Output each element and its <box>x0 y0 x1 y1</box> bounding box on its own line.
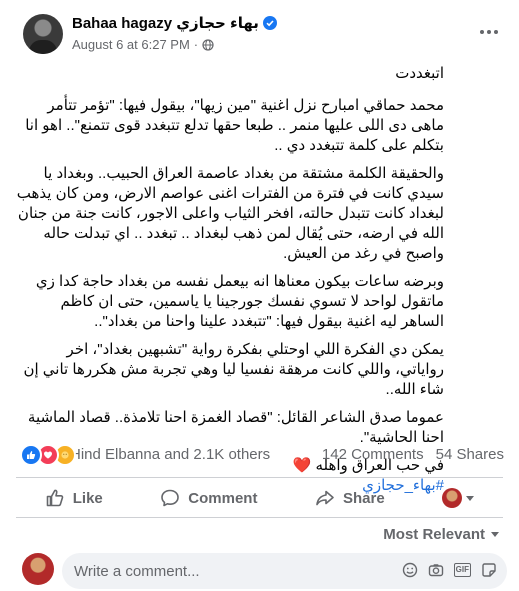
share-button[interactable]: Share <box>315 488 385 508</box>
globe-icon <box>202 38 214 51</box>
post-timestamp[interactable]: August 6 at 6:27 PM <box>72 37 190 52</box>
post-header: Bahaa hagazy بهاء حجازي August 6 at 6:27… <box>0 0 519 62</box>
like-reaction-icon <box>20 444 42 466</box>
comment-label: Comment <box>188 489 258 507</box>
author-row: Bahaa hagazy بهاء حجازي <box>72 14 277 32</box>
post-stats: Hind Elbanna and 2.1K others 142 Comment… <box>20 442 504 466</box>
post-meta: August 6 at 6:27 PM · <box>72 37 214 52</box>
meta-separator: · <box>193 37 199 52</box>
comment-button[interactable]: Comment <box>160 488 257 508</box>
post-paragraph: يمكن دي الفكرة اللي اوحتلي بفكرة رواية "… <box>23 341 444 398</box>
like-label: Like <box>72 489 103 507</box>
chevron-down-icon <box>491 532 499 537</box>
emoji-icon[interactable] <box>402 562 418 578</box>
post-actions: Like Comment Share <box>16 481 503 515</box>
author-name[interactable]: Bahaa hagazy بهاء حجازي <box>72 14 259 32</box>
like-button[interactable]: Like <box>45 488 103 508</box>
composer-icons: GIF <box>402 562 497 578</box>
gif-icon[interactable]: GIF <box>453 563 471 577</box>
thumbs-up-icon <box>46 489 64 507</box>
share-arrow-icon <box>316 490 334 506</box>
comment-composer: Write a comment... GIF <box>22 553 507 589</box>
sticker-icon[interactable] <box>481 562 497 578</box>
share-as-selector[interactable] <box>442 488 475 508</box>
post-paragraph: وبرضه ساعات بيكون معناها انه بيعمل نفسه … <box>35 273 444 330</box>
comment-input[interactable]: Write a comment... GIF <box>62 553 507 589</box>
comments-count[interactable]: 142 Comments <box>322 446 424 463</box>
post-paragraph: والحقيقة الكلمة مشتقة من بغداد عاصمة الع… <box>16 165 444 262</box>
share-as-avatar <box>442 488 463 508</box>
camera-icon[interactable] <box>428 562 444 578</box>
comment-placeholder: Write a comment... <box>74 563 200 580</box>
post-body: اتبغددت محمد حماقي امبارح نزل اغنية "مين… <box>16 64 444 504</box>
comment-sort-dropdown[interactable]: Most Relevant <box>383 526 499 543</box>
comment-bubble-icon <box>161 489 180 507</box>
share-label: Share <box>342 489 385 507</box>
reaction-icons[interactable] <box>20 444 76 466</box>
post-paragraph: اتبغددت <box>395 65 444 82</box>
author-avatar[interactable] <box>23 14 63 54</box>
shares-count[interactable]: 54 Shares <box>436 446 504 463</box>
post-paragraph: محمد حماقي امبارح نزل اغنية "مين زيها"، … <box>25 97 444 154</box>
current-user-avatar[interactable] <box>22 553 54 585</box>
sort-label: Most Relevant <box>383 526 485 543</box>
verified-badge-icon <box>262 16 277 30</box>
divider <box>16 517 503 518</box>
divider <box>16 477 503 478</box>
chevron-down-icon <box>466 495 475 501</box>
engagement-counts: 142 Comments 54 Shares <box>322 446 504 463</box>
more-options-icon[interactable] <box>475 18 503 46</box>
reactors-text[interactable]: Hind Elbanna and 2.1K others <box>70 446 270 463</box>
